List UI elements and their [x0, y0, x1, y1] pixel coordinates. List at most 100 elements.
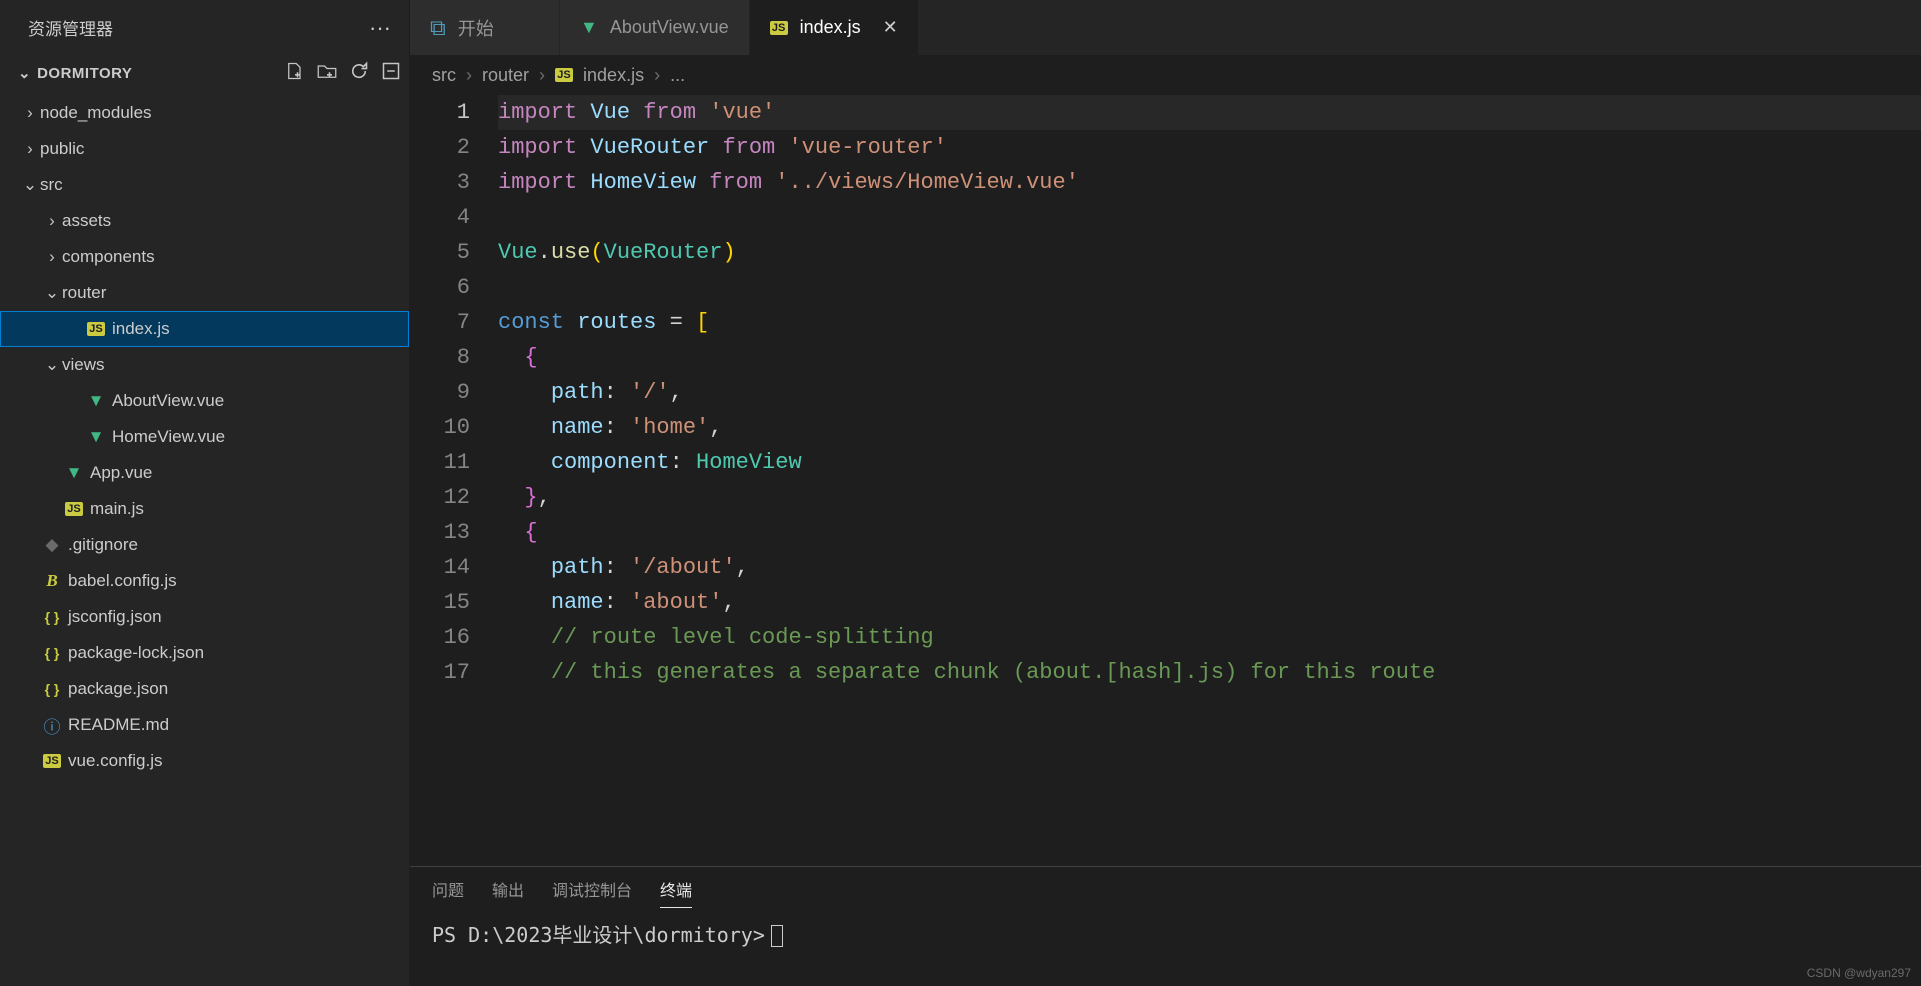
code-line[interactable]: component: HomeView: [498, 445, 1921, 480]
tree-item-label: index.js: [112, 319, 170, 339]
tree-item-label: package-lock.json: [68, 643, 204, 663]
code-line[interactable]: {: [498, 340, 1921, 375]
editor-tab[interactable]: ⧉ 开始: [410, 0, 560, 55]
code-line[interactable]: path: '/',: [498, 375, 1921, 410]
code-line[interactable]: const routes = [: [498, 305, 1921, 340]
terminal[interactable]: PS D:\2023毕业设计\dormitory>: [410, 911, 1921, 986]
tab-label: 开始: [458, 15, 494, 41]
editor-tab[interactable]: JSindex.js✕: [750, 0, 919, 55]
refresh-icon[interactable]: [349, 61, 369, 85]
tree-folder[interactable]: ›components: [0, 239, 409, 275]
panel-tab[interactable]: 调试控制台: [552, 871, 632, 907]
tree-item-label: vue.config.js: [68, 751, 163, 771]
code-line[interactable]: import Vue from 'vue': [498, 95, 1921, 130]
code-line[interactable]: [498, 200, 1921, 235]
tree-folder[interactable]: ⌄views: [0, 347, 409, 383]
tree-item-label: src: [40, 175, 63, 195]
vscode-icon: ⧉: [430, 15, 446, 41]
tree-file[interactable]: Bbabel.config.js: [0, 563, 409, 599]
chevron-right-icon: ›: [20, 103, 40, 123]
tree-item-label: HomeView.vue: [112, 427, 225, 447]
panel-tab[interactable]: 输出: [492, 871, 524, 907]
chevron-right-icon: ›: [42, 247, 62, 267]
tree-item-label: jsconfig.json: [68, 607, 162, 627]
code-line[interactable]: {: [498, 515, 1921, 550]
project-header[interactable]: ⌄ DORMITORY: [0, 55, 409, 91]
tree-file[interactable]: ▼HomeView.vue: [0, 419, 409, 455]
terminal-cursor: [771, 925, 783, 947]
tab-label: index.js: [800, 17, 861, 38]
editor-tab[interactable]: ▼ AboutView.vue: [560, 0, 750, 55]
watermark: CSDN @wdyan297: [1807, 966, 1911, 980]
code-line[interactable]: path: '/about',: [498, 550, 1921, 585]
breadcrumb-seg[interactable]: index.js: [583, 65, 644, 86]
chevron-down-icon: ⌄: [20, 175, 40, 195]
new-folder-icon[interactable]: [317, 61, 337, 85]
tree-file[interactable]: ⓘREADME.md: [0, 707, 409, 743]
tree-folder[interactable]: ⌄src: [0, 167, 409, 203]
chevron-down-icon: ⌄: [18, 64, 31, 82]
new-file-icon[interactable]: [285, 61, 305, 85]
code-area[interactable]: import Vue from 'vue'import VueRouter fr…: [498, 95, 1921, 866]
chevron-right-icon: ›: [20, 139, 40, 159]
editor-tabs: ⧉开始▼AboutView.vueJSindex.js✕: [410, 0, 1921, 55]
collapse-icon[interactable]: [381, 61, 401, 85]
breadcrumb-seg[interactable]: ...: [670, 65, 685, 86]
code-line[interactable]: import VueRouter from 'vue-router': [498, 130, 1921, 165]
code-line[interactable]: // this generates a separate chunk (abou…: [498, 655, 1921, 690]
tree-folder[interactable]: ›public: [0, 131, 409, 167]
chevron-right-icon: ›: [539, 65, 545, 86]
tree-item-label: App.vue: [90, 463, 152, 483]
chevron-down-icon: ⌄: [42, 355, 62, 375]
breadcrumb[interactable]: src › router › JS index.js › ...: [410, 55, 1921, 95]
tab-label: AboutView.vue: [610, 17, 729, 38]
tree-file[interactable]: { }package.json: [0, 671, 409, 707]
project-name: DORMITORY: [37, 65, 132, 82]
code-line[interactable]: },: [498, 480, 1921, 515]
bottom-panel: 问题输出调试控制台终端 PS D:\2023毕业设计\dormitory>: [410, 866, 1921, 986]
panel-tab[interactable]: 终端: [660, 871, 692, 908]
vue-icon: ▼: [580, 17, 598, 38]
tree-file[interactable]: JSmain.js: [0, 491, 409, 527]
tree-file[interactable]: JSindex.js: [0, 311, 409, 347]
chevron-right-icon: ›: [654, 65, 660, 86]
tree-folder[interactable]: ⌄router: [0, 275, 409, 311]
code-line[interactable]: name: 'about',: [498, 585, 1921, 620]
tree-folder[interactable]: ›assets: [0, 203, 409, 239]
tree-file[interactable]: JSvue.config.js: [0, 743, 409, 779]
tree-item-label: node_modules: [40, 103, 152, 123]
code-editor[interactable]: 1234567891011121314151617 import Vue fro…: [410, 95, 1921, 866]
chevron-down-icon: ⌄: [42, 283, 62, 303]
close-icon[interactable]: ✕: [883, 17, 898, 38]
sidebar-more-icon[interactable]: ···: [369, 15, 391, 41]
tree-item-label: components: [62, 247, 155, 267]
tree-item-label: public: [40, 139, 84, 159]
tree-item-label: main.js: [90, 499, 144, 519]
breadcrumb-seg[interactable]: router: [482, 65, 529, 86]
chevron-right-icon: ›: [42, 211, 62, 231]
sidebar-title: 资源管理器: [28, 15, 113, 40]
editor-main: ⧉开始▼AboutView.vueJSindex.js✕ src › route…: [410, 0, 1921, 986]
sidebar-header: 资源管理器 ···: [0, 0, 409, 55]
tree-folder[interactable]: ›node_modules: [0, 95, 409, 131]
line-gutter: 1234567891011121314151617: [410, 95, 498, 866]
chevron-right-icon: ›: [466, 65, 472, 86]
project-actions: [285, 61, 401, 85]
tree-file[interactable]: ▼AboutView.vue: [0, 383, 409, 419]
tree-file[interactable]: { }package-lock.json: [0, 635, 409, 671]
code-line[interactable]: Vue.use(VueRouter): [498, 235, 1921, 270]
code-line[interactable]: // route level code-splitting: [498, 620, 1921, 655]
code-line[interactable]: import HomeView from '../views/HomeView.…: [498, 165, 1921, 200]
tree-item-label: assets: [62, 211, 111, 231]
tree-file[interactable]: ◆.gitignore: [0, 527, 409, 563]
tree-file[interactable]: ▼App.vue: [0, 455, 409, 491]
tree-item-label: .gitignore: [68, 535, 138, 555]
tree-item-label: router: [62, 283, 106, 303]
panel-tabs: 问题输出调试控制台终端: [410, 867, 1921, 911]
code-line[interactable]: [498, 270, 1921, 305]
tree-file[interactable]: { }jsconfig.json: [0, 599, 409, 635]
tree-item-label: README.md: [68, 715, 169, 735]
breadcrumb-seg[interactable]: src: [432, 65, 456, 86]
panel-tab[interactable]: 问题: [432, 871, 464, 907]
code-line[interactable]: name: 'home',: [498, 410, 1921, 445]
